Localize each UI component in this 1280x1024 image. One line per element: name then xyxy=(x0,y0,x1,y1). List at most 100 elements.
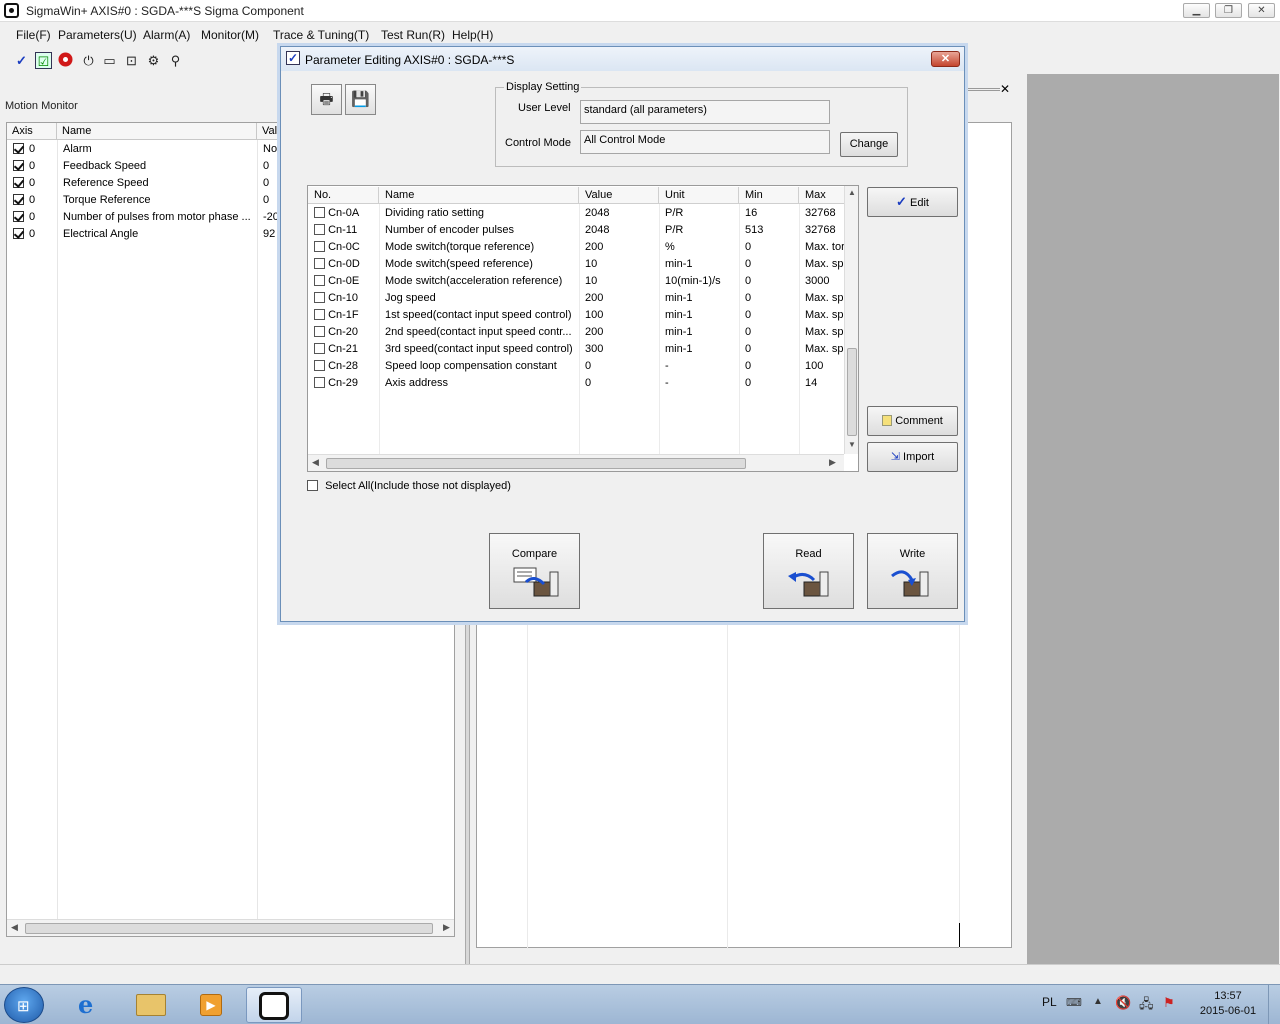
param-value[interactable]: 2048 xyxy=(579,222,659,239)
trace-icon[interactable]: ⊡ xyxy=(123,52,140,69)
comment-button[interactable]: Comment xyxy=(867,406,958,436)
axis-checkbox[interactable] xyxy=(13,160,24,171)
close-panel-icon[interactable]: ✕ xyxy=(1000,82,1010,96)
scroll-thumb[interactable] xyxy=(326,458,746,469)
monitor-icon[interactable]: ▭ xyxy=(101,52,118,69)
taskbar-media-player[interactable]: ▶ xyxy=(184,987,240,1023)
keyboard-icon[interactable]: ⌨ xyxy=(1066,996,1082,1009)
stop-icon[interactable] xyxy=(57,52,74,69)
param-value[interactable]: 10 xyxy=(579,273,659,290)
compare-button[interactable]: Compare xyxy=(489,533,580,609)
tuning-icon[interactable]: ⚲ xyxy=(167,52,184,69)
parameter-row[interactable]: Cn-29 Axis address 0 - 0 14 xyxy=(308,375,844,392)
horizontal-scrollbar[interactable]: ◀ ▶ xyxy=(7,919,454,936)
column-header-max[interactable]: Max xyxy=(799,187,844,204)
scroll-left-icon[interactable]: ◀ xyxy=(312,457,319,468)
jog-icon[interactable]: ⚙ xyxy=(145,52,162,69)
row-checkbox[interactable] xyxy=(314,292,325,303)
row-checkbox[interactable] xyxy=(314,224,325,235)
alarm-icon[interactable]: ⏻ xyxy=(80,52,97,69)
param-value[interactable]: 0 xyxy=(579,375,659,392)
row-checkbox[interactable] xyxy=(314,343,325,354)
scroll-up-icon[interactable]: ▲ xyxy=(848,188,856,197)
scroll-thumb[interactable] xyxy=(25,923,433,934)
param-value[interactable]: 200 xyxy=(579,290,659,307)
axis-checkbox[interactable] xyxy=(13,194,24,205)
save-button[interactable]: 💾 xyxy=(345,84,376,115)
row-checkbox[interactable] xyxy=(314,377,325,388)
param-value[interactable]: 10 xyxy=(579,256,659,273)
action-center-icon[interactable]: ⚑ xyxy=(1163,995,1175,1011)
row-checkbox[interactable] xyxy=(314,309,325,320)
minimize-button[interactable]: ▁ xyxy=(1183,3,1210,18)
user-level-field[interactable]: standard (all parameters) xyxy=(580,100,830,124)
parameter-row[interactable]: Cn-0E Mode switch(acceleration reference… xyxy=(308,273,844,290)
edit-button[interactable]: ✓ Edit xyxy=(867,187,958,217)
horizontal-scrollbar[interactable]: ◀ ▶ xyxy=(308,454,844,471)
select-all-checkbox[interactable] xyxy=(307,480,318,491)
param-value[interactable]: 100 xyxy=(579,307,659,324)
select-all-option[interactable]: Select All(Include those not displayed) xyxy=(307,480,511,492)
row-checkbox[interactable] xyxy=(314,207,325,218)
taskbar-explorer[interactable] xyxy=(124,987,180,1023)
print-button[interactable]: 🖶 xyxy=(311,84,342,115)
param-value[interactable]: 200 xyxy=(579,324,659,341)
column-header-min[interactable]: Min xyxy=(739,187,799,204)
vertical-scrollbar[interactable]: ▲ ▼ xyxy=(844,186,858,454)
network-icon[interactable]: 🖧 xyxy=(1139,995,1154,1017)
system-clock[interactable]: 13:57 2015-06-01 xyxy=(1196,989,1260,1019)
scroll-right-icon[interactable]: ▶ xyxy=(829,457,836,468)
row-checkbox[interactable] xyxy=(314,360,325,371)
parameter-row[interactable]: Cn-28 Speed loop compensation constant 0… xyxy=(308,358,844,375)
row-checkbox[interactable] xyxy=(314,258,325,269)
menu-trace-tuning[interactable]: Trace & Tuning(T) xyxy=(273,28,369,42)
restore-button[interactable]: ❐ xyxy=(1215,3,1242,18)
param-value[interactable]: 300 xyxy=(579,341,659,358)
menu-test-run[interactable]: Test Run(R) xyxy=(381,28,445,42)
param-value[interactable]: 0 xyxy=(579,358,659,375)
column-header-name[interactable]: Name xyxy=(57,123,257,140)
menu-monitor[interactable]: Monitor(M) xyxy=(201,28,259,42)
param-value[interactable]: 200 xyxy=(579,239,659,256)
control-mode-field[interactable]: All Control Mode xyxy=(580,130,830,154)
column-header-no[interactable]: No. xyxy=(308,187,379,204)
row-checkbox[interactable] xyxy=(314,275,325,286)
show-hidden-icons[interactable]: ▲ xyxy=(1093,996,1103,1007)
axis-checkbox[interactable] xyxy=(13,228,24,239)
close-window-button[interactable]: ✕ xyxy=(1248,3,1275,18)
parameter-row[interactable]: Cn-20 2nd speed(contact input speed cont… xyxy=(308,324,844,341)
param-value[interactable]: 2048 xyxy=(579,205,659,222)
read-button[interactable]: Read xyxy=(763,533,854,609)
menu-alarm[interactable]: Alarm(A) xyxy=(143,28,190,42)
change-button[interactable]: Change xyxy=(840,132,898,157)
column-header-unit[interactable]: Unit xyxy=(659,187,739,204)
row-checkbox[interactable] xyxy=(314,241,325,252)
dialog-close-button[interactable]: ✕ xyxy=(931,51,960,67)
axis-checkbox[interactable] xyxy=(13,211,24,222)
checklist-icon[interactable]: ☑ xyxy=(35,52,52,69)
axis-checkbox[interactable] xyxy=(13,143,24,154)
scroll-left-icon[interactable]: ◀ xyxy=(11,922,18,933)
scroll-down-icon[interactable]: ▼ xyxy=(848,440,856,449)
parameter-row[interactable]: Cn-0C Mode switch(torque reference) 200 … xyxy=(308,239,844,256)
taskbar-internet-explorer[interactable]: e xyxy=(64,987,120,1023)
column-header-value[interactable]: Value xyxy=(579,187,659,204)
check-icon[interactable]: ✓ xyxy=(13,52,30,69)
column-header-axis[interactable]: Axis xyxy=(7,123,57,140)
row-checkbox[interactable] xyxy=(314,326,325,337)
show-desktop-button[interactable] xyxy=(1268,985,1280,1024)
language-indicator[interactable]: PL xyxy=(1042,995,1057,1009)
taskbar-sigmawin[interactable] xyxy=(246,987,302,1023)
menu-file[interactable]: File(F) xyxy=(16,28,51,42)
parameter-row[interactable]: Cn-1F 1st speed(contact input speed cont… xyxy=(308,307,844,324)
start-button[interactable]: ⊞ xyxy=(4,987,44,1023)
scroll-right-icon[interactable]: ▶ xyxy=(443,922,450,933)
parameter-row[interactable]: Cn-11 Number of encoder pulses 2048 P/R … xyxy=(308,222,844,239)
parameter-row[interactable]: Cn-0A Dividing ratio setting 2048 P/R 16… xyxy=(308,205,844,222)
column-header-name[interactable]: Name xyxy=(379,187,579,204)
axis-checkbox[interactable] xyxy=(13,177,24,188)
scroll-thumb[interactable] xyxy=(847,348,857,436)
parameter-row[interactable]: Cn-0D Mode switch(speed reference) 10 mi… xyxy=(308,256,844,273)
parameter-row[interactable]: Cn-21 3rd speed(contact input speed cont… xyxy=(308,341,844,358)
menu-help[interactable]: Help(H) xyxy=(452,28,493,42)
